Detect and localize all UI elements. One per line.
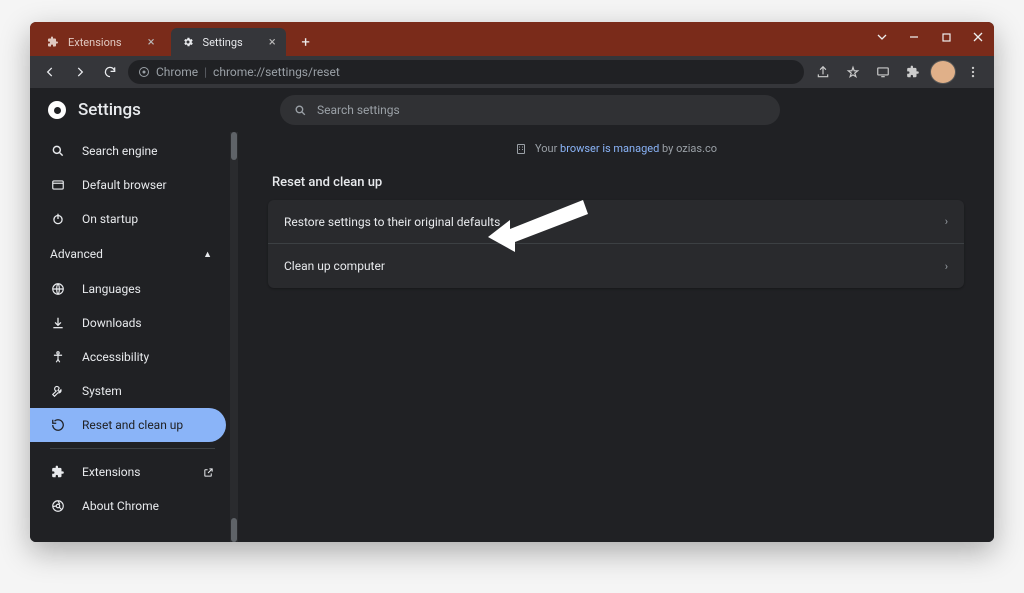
reload-button[interactable] xyxy=(98,60,122,84)
sidebar: Search engine Default browser On startup… xyxy=(30,132,230,542)
chevron-right-icon: › xyxy=(945,215,948,228)
main-panel: Your browser is managed by ozias.co Rese… xyxy=(238,132,994,542)
search-input[interactable] xyxy=(317,103,766,117)
close-button[interactable] xyxy=(962,22,994,52)
puzzle-icon xyxy=(50,464,66,480)
chrome-icon xyxy=(50,498,66,514)
url-scheme: Chrome xyxy=(156,65,198,79)
window-controls xyxy=(866,22,994,52)
sidebar-item-reset[interactable]: Reset and clean up xyxy=(30,408,226,442)
gear-icon xyxy=(181,35,195,49)
sidebar-item-extensions[interactable]: Extensions xyxy=(30,455,226,489)
sidebar-item-default-browser[interactable]: Default browser xyxy=(30,168,226,202)
sidebar-item-label: Extensions xyxy=(82,465,140,479)
browser-window: Extensions × Settings × + xyxy=(30,22,994,542)
sidebar-item-label: System xyxy=(82,384,122,398)
chevron-up-icon: ▲ xyxy=(203,249,212,260)
building-icon xyxy=(515,143,527,155)
wrench-icon xyxy=(50,383,66,399)
reset-card: Restore settings to their original defau… xyxy=(268,200,964,288)
restore-icon xyxy=(50,417,66,433)
chevron-right-icon: › xyxy=(945,260,948,273)
cast-icon[interactable] xyxy=(870,60,896,84)
scrollbar[interactable] xyxy=(230,132,238,542)
url-box[interactable]: Chrome | chrome://settings/reset xyxy=(128,60,804,84)
sidebar-item-accessibility[interactable]: Accessibility xyxy=(30,340,226,374)
sidebar-item-search-engine[interactable]: Search engine xyxy=(30,134,226,168)
share-icon[interactable] xyxy=(810,60,836,84)
sidebar-item-on-startup[interactable]: On startup xyxy=(30,202,226,236)
row-label: Clean up computer xyxy=(284,259,385,273)
row-label: Restore settings to their original defau… xyxy=(284,215,500,229)
chrome-page-icon xyxy=(138,66,150,78)
tab-strip: Extensions × Settings × + xyxy=(30,22,994,56)
search-icon xyxy=(50,143,66,159)
tab-settings[interactable]: Settings × xyxy=(171,28,286,56)
minimize-button[interactable] xyxy=(898,22,930,52)
browser-icon xyxy=(50,177,66,193)
close-icon[interactable]: × xyxy=(148,35,155,50)
power-icon xyxy=(50,211,66,227)
close-icon[interactable]: × xyxy=(269,35,276,50)
tab-extensions[interactable]: Extensions × xyxy=(36,28,165,56)
section-title: Reset and clean up xyxy=(272,175,964,190)
extensions-icon[interactable] xyxy=(900,60,926,84)
sidebar-item-system[interactable]: System xyxy=(30,374,226,408)
settings-search[interactable] xyxy=(280,95,780,125)
row-clean-up[interactable]: Clean up computer › xyxy=(268,244,964,288)
maximize-button[interactable] xyxy=(930,22,962,52)
search-icon xyxy=(294,104,307,117)
avatar[interactable] xyxy=(930,60,956,84)
sidebar-item-label: Reset and clean up xyxy=(82,418,183,432)
tab-label: Extensions xyxy=(68,36,122,49)
sidebar-item-label: On startup xyxy=(82,212,138,226)
sidebar-section-advanced[interactable]: Advanced ▲ xyxy=(30,236,230,272)
external-link-icon xyxy=(203,467,214,478)
sidebar-item-label: Default browser xyxy=(82,178,167,192)
sidebar-item-label: Search engine xyxy=(82,144,157,158)
managed-notice: Your browser is managed by ozias.co xyxy=(268,132,964,169)
puzzle-icon xyxy=(46,35,60,49)
menu-icon[interactable] xyxy=(960,60,986,84)
accessibility-icon xyxy=(50,349,66,365)
address-bar: Chrome | chrome://settings/reset xyxy=(30,56,994,88)
caret-down-icon[interactable] xyxy=(866,22,898,52)
tab-label: Settings xyxy=(203,36,243,49)
sidebar-item-about[interactable]: About Chrome xyxy=(30,489,226,523)
url-path: chrome://settings/reset xyxy=(213,65,340,79)
chrome-logo-icon xyxy=(48,101,66,119)
bookmark-icon[interactable] xyxy=(840,60,866,84)
settings-header: Settings xyxy=(30,88,994,132)
sidebar-item-languages[interactable]: Languages xyxy=(30,272,226,306)
globe-icon xyxy=(50,281,66,297)
row-restore-defaults[interactable]: Restore settings to their original defau… xyxy=(268,200,964,244)
sidebar-section-label: Advanced xyxy=(50,247,103,261)
sidebar-item-downloads[interactable]: Downloads xyxy=(30,306,226,340)
download-icon xyxy=(50,315,66,331)
page-title: Settings xyxy=(78,100,141,120)
sidebar-item-label: Languages xyxy=(82,282,141,296)
managed-link[interactable]: browser is managed xyxy=(560,142,659,155)
new-tab-button[interactable]: + xyxy=(294,30,318,54)
sidebar-item-label: About Chrome xyxy=(82,499,159,513)
divider xyxy=(50,448,215,449)
sidebar-item-label: Downloads xyxy=(82,316,142,330)
back-button[interactable] xyxy=(38,60,62,84)
forward-button[interactable] xyxy=(68,60,92,84)
sidebar-item-label: Accessibility xyxy=(82,350,149,364)
